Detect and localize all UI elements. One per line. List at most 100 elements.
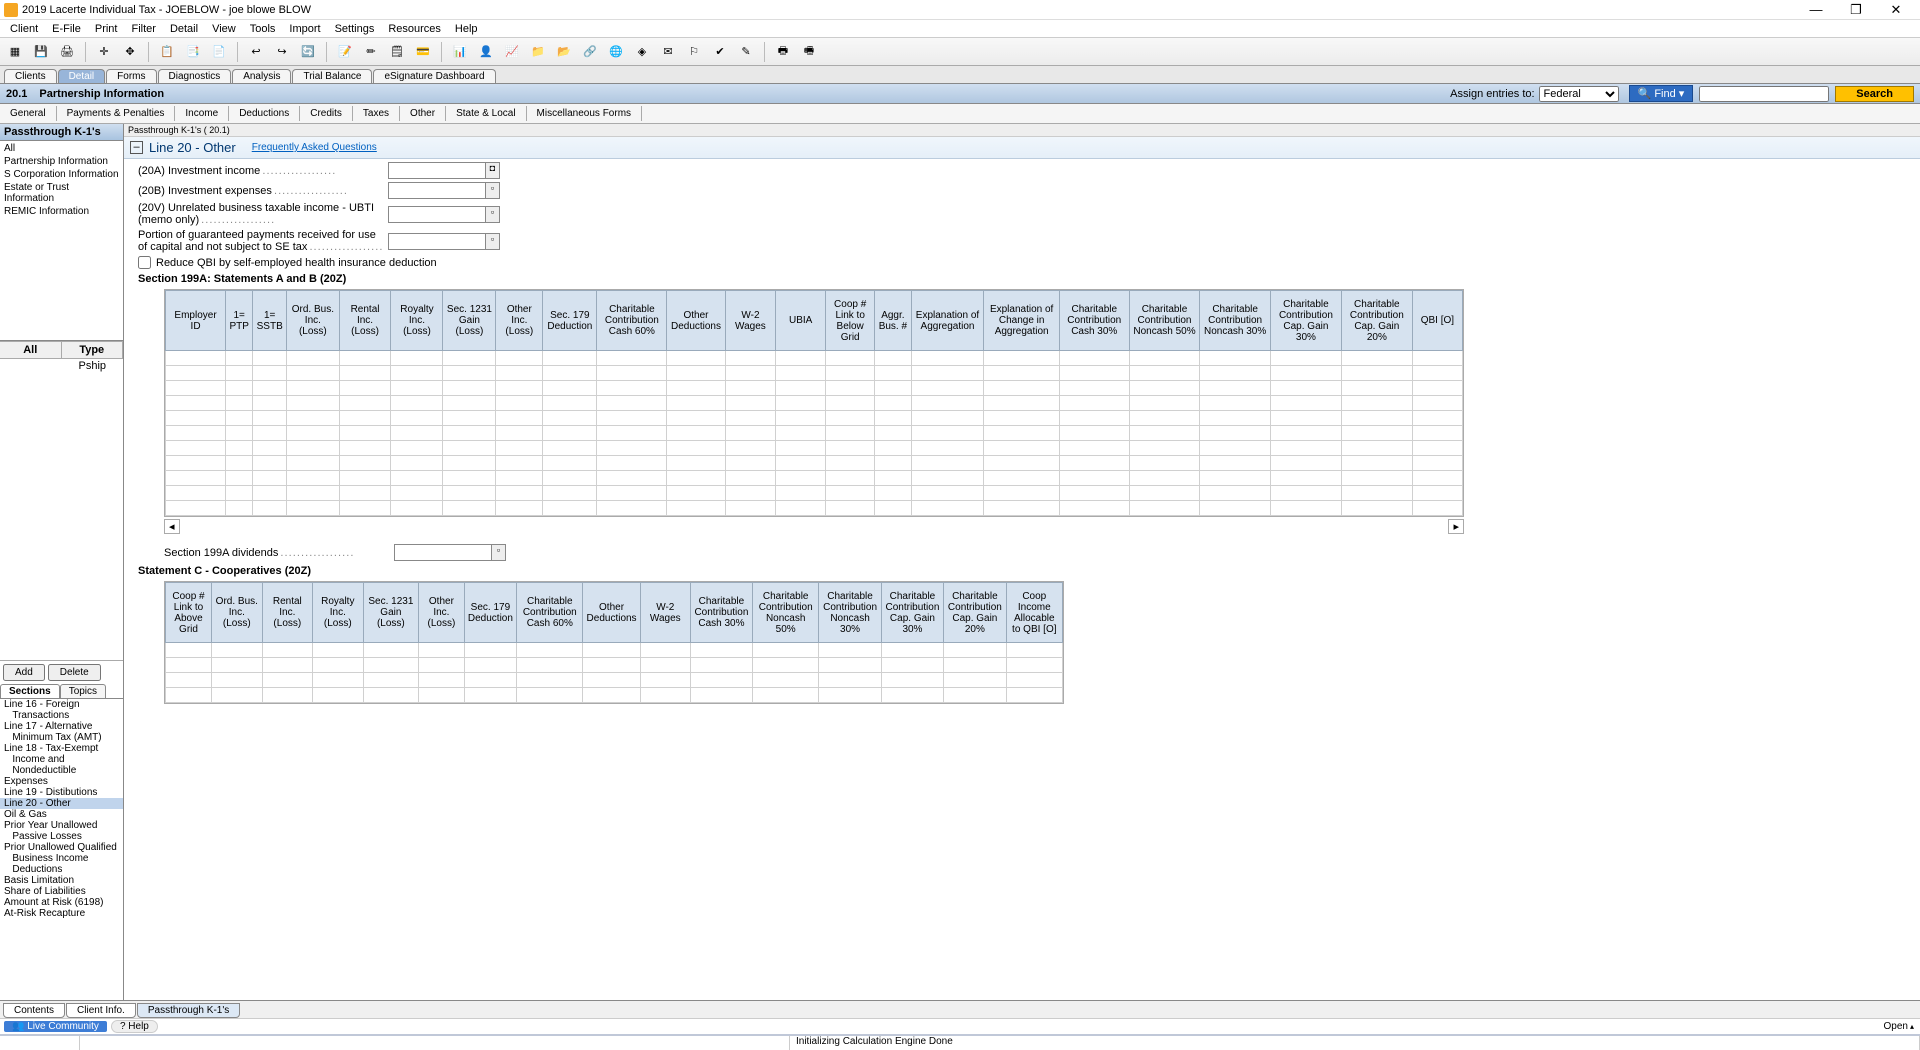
tool-icon[interactable]: 📂	[553, 41, 575, 63]
column-header[interactable]: Royalty Inc. (Loss)	[391, 291, 443, 351]
section-item[interactable]: Prior Unallowed Qualified Business Incom…	[0, 842, 123, 875]
tab-diagnostics[interactable]: Diagnostics	[158, 69, 232, 83]
column-header[interactable]: Employer ID	[166, 291, 226, 351]
column-header[interactable]: Coop Income Allocable to QBI [O]	[1006, 583, 1062, 643]
column-header[interactable]: Explanation of Change in Aggregation	[984, 291, 1059, 351]
tool-icon[interactable]: 🗒	[386, 41, 408, 63]
tool-icon[interactable]: ◈	[631, 41, 653, 63]
table-row[interactable]	[166, 396, 1463, 411]
tab-clients[interactable]: Clients	[4, 69, 57, 83]
search-input[interactable]	[1699, 86, 1829, 102]
table-row[interactable]	[166, 673, 1063, 688]
table-row[interactable]	[166, 658, 1063, 673]
menu-tools[interactable]: Tools	[244, 22, 282, 36]
section-item[interactable]: Line 19 - Distibutions	[0, 787, 123, 798]
scroll-right-icon[interactable]: ▸	[1448, 519, 1464, 534]
tool-icon[interactable]: ✔	[709, 41, 731, 63]
bottom-tab[interactable]: Contents	[3, 1003, 65, 1018]
tab-topics[interactable]: Topics	[60, 684, 106, 698]
sidebar-item[interactable]: All	[0, 142, 123, 155]
column-header[interactable]: W-2 Wages	[640, 583, 690, 643]
column-header[interactable]: Rental Inc. (Loss)	[262, 583, 312, 643]
field-input[interactable]	[388, 162, 486, 179]
tool-icon[interactable]: ⚐	[683, 41, 705, 63]
column-header[interactable]: Charitable Contribution Noncash 50%	[753, 583, 819, 643]
find-button[interactable]: 🔍 Find ▾	[1629, 85, 1694, 102]
column-header[interactable]: Charitable Contribution Cash 30%	[690, 583, 752, 643]
sidebar-item[interactable]: Estate or Trust Information	[0, 181, 123, 205]
tool-icon[interactable]: ↩	[245, 41, 267, 63]
section-item[interactable]: Amount at Risk (6198)	[0, 897, 123, 908]
subtab-deductions[interactable]: Deductions	[229, 106, 300, 121]
column-header[interactable]: 1= PTP	[226, 291, 253, 351]
field-detail-button[interactable]: ▫	[486, 182, 500, 199]
subtab-other[interactable]: Other	[400, 106, 446, 121]
column-header[interactable]: Charitable Contribution Cap. Gain 30%	[1270, 291, 1341, 351]
content-scroll[interactable]: – Line 20 - Other Frequently Asked Quest…	[124, 137, 1920, 1000]
sidebar-item[interactable]: S Corporation Information	[0, 168, 123, 181]
table-row[interactable]	[166, 441, 1463, 456]
tool-icon[interactable]: 📄	[208, 41, 230, 63]
section-item[interactable]: Line 20 - Other	[0, 798, 123, 809]
subtab-general[interactable]: General	[0, 106, 57, 121]
column-header[interactable]: QBI [O]	[1412, 291, 1462, 351]
table-row[interactable]	[166, 486, 1463, 501]
tool-icon[interactable]: 🖷	[798, 41, 820, 63]
col-all[interactable]: All	[0, 342, 62, 358]
tool-icon[interactable]: 🔗	[579, 41, 601, 63]
tool-icon[interactable]: 👤	[475, 41, 497, 63]
bottom-tab[interactable]: Client Info.	[66, 1003, 136, 1018]
column-header[interactable]: Charitable Contribution Noncash 50%	[1129, 291, 1200, 351]
assign-select[interactable]: Federal	[1539, 86, 1619, 102]
menu-print[interactable]: Print	[89, 22, 124, 36]
tool-icon[interactable]: ✏	[360, 41, 382, 63]
menu-filter[interactable]: Filter	[125, 22, 161, 36]
tab-trial-balance[interactable]: Trial Balance	[292, 69, 372, 83]
menu-import[interactable]: Import	[283, 22, 326, 36]
col-type[interactable]: Type	[62, 342, 124, 358]
column-header[interactable]: Rental Inc. (Loss)	[339, 291, 391, 351]
print-icon[interactable]: 🖨	[56, 41, 78, 63]
field-input[interactable]	[388, 206, 486, 223]
subtab-taxes[interactable]: Taxes	[353, 106, 400, 121]
subtab-payments-penalties[interactable]: Payments & Penalties	[57, 106, 176, 121]
tab-esignature-dashboard[interactable]: eSignature Dashboard	[373, 69, 495, 83]
sidebar-item[interactable]: REMIC Information	[0, 205, 123, 218]
stmt-c-table[interactable]: Coop # Link to Above GridOrd. Bus. Inc. …	[165, 582, 1063, 703]
search-button[interactable]: Search	[1835, 86, 1914, 102]
table-row[interactable]	[166, 456, 1463, 471]
tool-icon[interactable]: 📋	[156, 41, 178, 63]
tool-icon[interactable]: 🖶	[772, 41, 794, 63]
column-header[interactable]: Charitable Contribution Cap. Gain 30%	[881, 583, 943, 643]
help-button[interactable]: ? Help	[111, 1020, 158, 1033]
subtab-state-local[interactable]: State & Local	[446, 106, 526, 121]
column-header[interactable]: Ord. Bus. Inc. (Loss)	[212, 583, 263, 643]
tool-icon[interactable]: 📝	[334, 41, 356, 63]
column-header[interactable]: Sec. 1231 Gain (Loss)	[443, 291, 496, 351]
199a-table[interactable]: Employer ID1= PTP1= SSTBOrd. Bus. Inc. (…	[165, 290, 1463, 516]
field-input[interactable]	[388, 233, 486, 250]
field-detail-button[interactable]: ▫	[486, 206, 500, 223]
column-header[interactable]: Sec. 1231 Gain (Loss)	[363, 583, 419, 643]
save-icon[interactable]: 💾	[30, 41, 52, 63]
table-row[interactable]	[166, 426, 1463, 441]
field-detail-button[interactable]: ◘	[486, 162, 500, 179]
menu-resources[interactable]: Resources	[382, 22, 447, 36]
table-row[interactable]	[166, 643, 1063, 658]
sidebar-item[interactable]: Partnership Information	[0, 155, 123, 168]
tool-icon[interactable]: 📁	[527, 41, 549, 63]
menu-help[interactable]: Help	[449, 22, 484, 36]
column-header[interactable]: Aggr. Bus. #	[875, 291, 911, 351]
section-item[interactable]: Line 16 - Foreign Transactions	[0, 699, 123, 721]
tab-forms[interactable]: Forms	[106, 69, 156, 83]
column-header[interactable]: Royalty Inc. (Loss)	[313, 583, 364, 643]
table-row[interactable]	[166, 411, 1463, 426]
tool-icon[interactable]: ▦	[4, 41, 26, 63]
tab-sections[interactable]: Sections	[0, 684, 60, 698]
table-row[interactable]	[166, 471, 1463, 486]
reduce-qbi-checkbox[interactable]	[138, 256, 151, 269]
collapse-icon[interactable]: –	[130, 141, 143, 154]
section-item[interactable]: At-Risk Recapture	[0, 908, 123, 919]
tool-icon[interactable]: 🔄	[297, 41, 319, 63]
subtab-credits[interactable]: Credits	[300, 106, 353, 121]
